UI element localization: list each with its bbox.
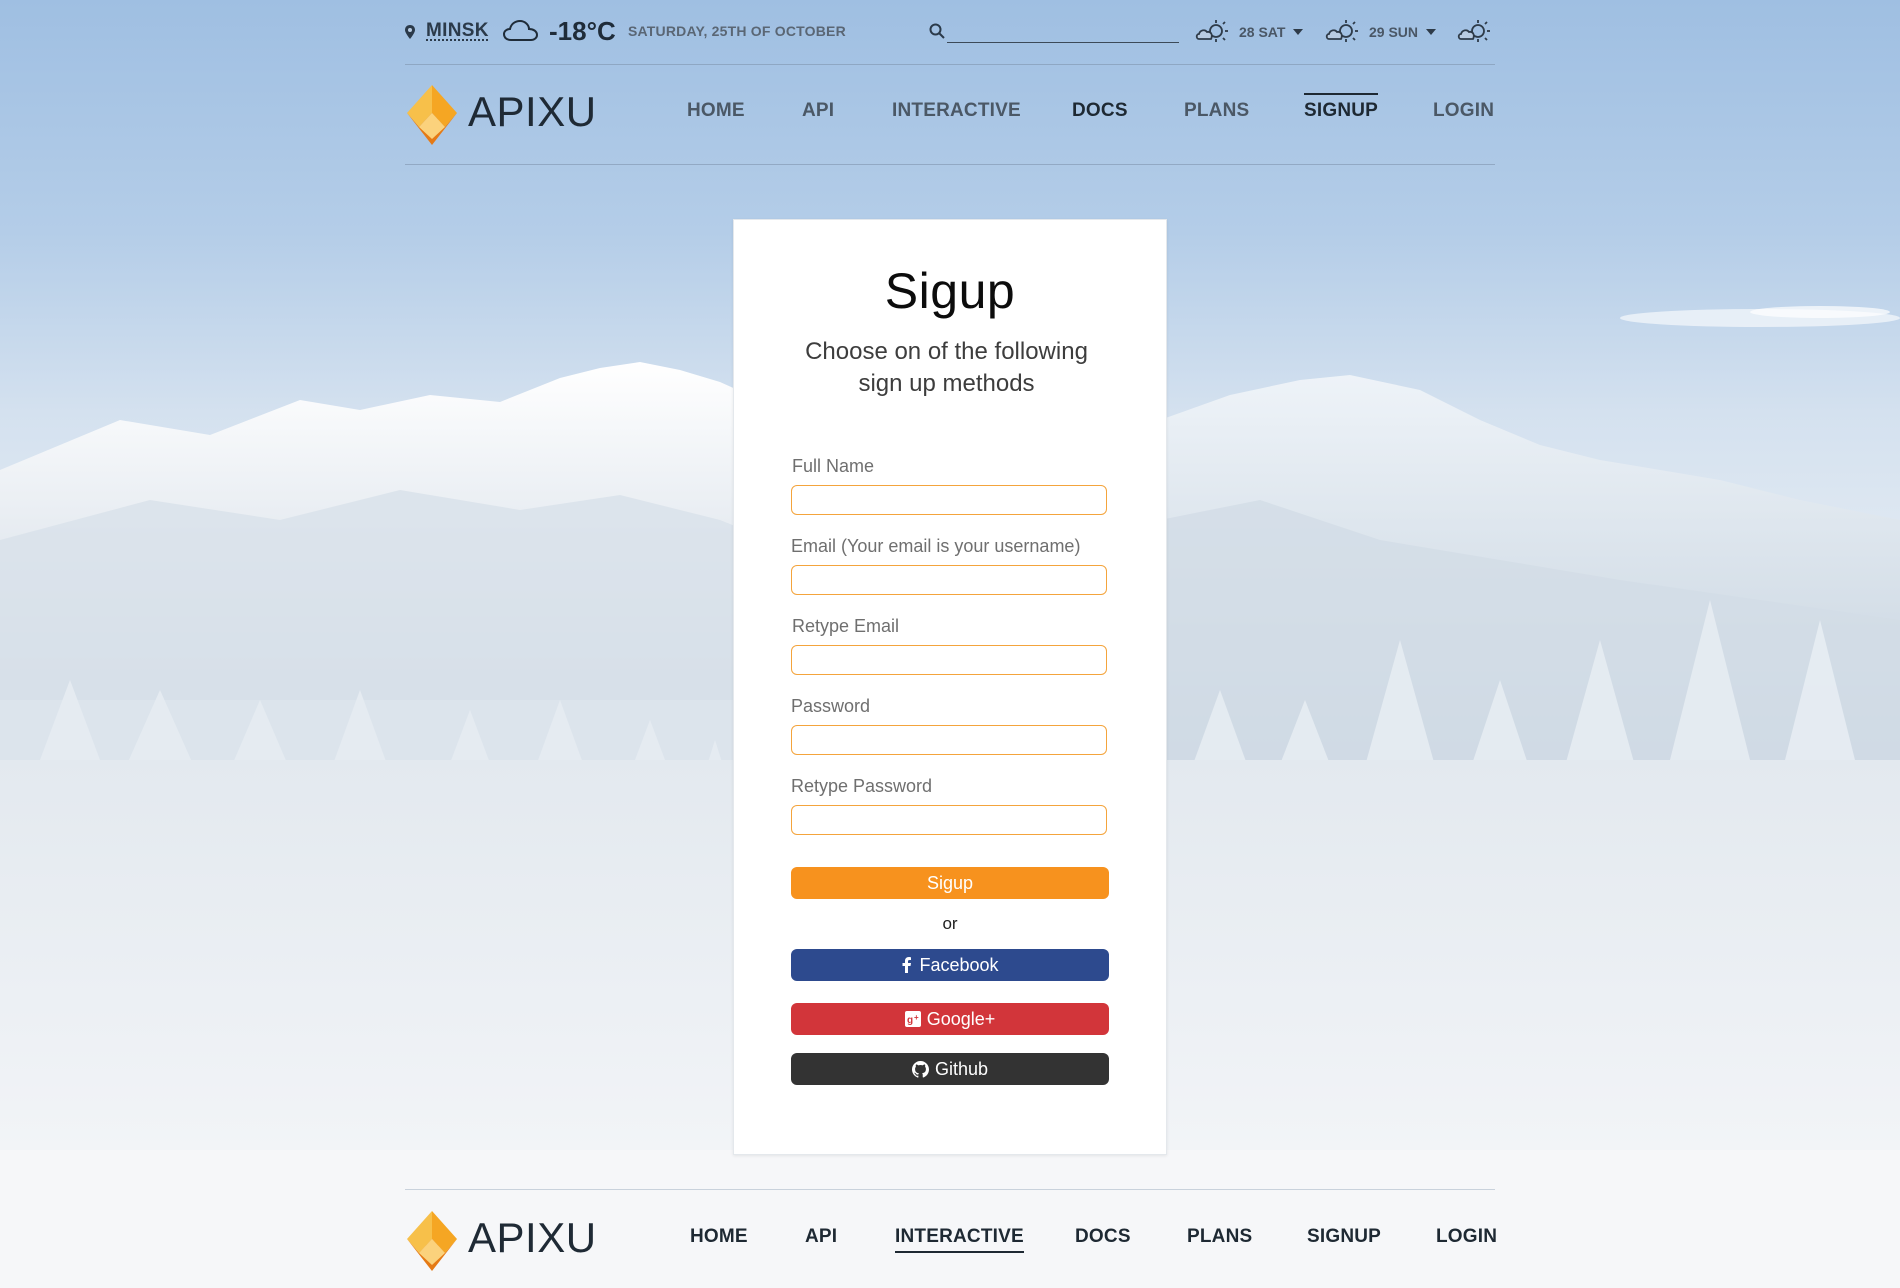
nav-plans[interactable]: PLANS [1184,100,1249,122]
apixu-logo-icon [407,85,457,145]
nav-divider [405,164,1495,165]
footer-nav: APIXU HOME API INTERACTIVE DOCS PLANS SI… [405,1204,1497,1274]
search-icon[interactable] [929,23,945,39]
nav-interactive[interactable]: INTERACTIVE [892,100,1021,122]
footer-nav-home[interactable]: HOME [690,1226,748,1248]
brand-name: APIXU [468,1214,597,1261]
retype-email-field[interactable] [791,645,1107,675]
page-title: Sigup [884,263,1016,319]
google-plus-icon: g + [904,1011,921,1027]
forecast-label: 28 SAT [1239,24,1286,40]
main-nav: APIXU HOME API INTERACTIVE DOCS PLANS SI… [405,78,1495,148]
nav-api[interactable]: API [802,100,834,122]
current-date: SATURDAY, 25TH OF OCTOBER [628,23,846,39]
brand-name: APIXU [468,88,597,135]
signup-button[interactable]: Sigup [791,867,1109,899]
city-selector[interactable]: MINSK [426,20,489,42]
password-label: Password [791,696,871,716]
partly-sunny-icon [1325,20,1358,42]
partly-sunny-icon [1195,20,1228,42]
subtitle-line-1: Choose on of the following [805,338,1088,365]
nav-login[interactable]: LOGIN [1433,100,1494,122]
github-label: Github [934,1058,989,1079]
footer-nav-docs[interactable]: DOCS [1075,1226,1131,1248]
partly-sunny-icon [1457,20,1490,42]
cloud-icon [503,19,539,41]
footer-nav-plans[interactable]: PLANS [1187,1226,1252,1248]
full-name-label: Full Name [792,456,875,476]
svg-text:+: + [914,1013,919,1022]
chevron-down-icon [1293,29,1304,35]
signup-button-label: Sigup [926,872,974,893]
chevron-down-icon [1426,29,1437,35]
footer-nav-login[interactable]: LOGIN [1436,1226,1497,1248]
password-field[interactable] [791,725,1107,755]
subtitle-line-2: sign up methods [858,370,1035,397]
full-name-field[interactable] [791,485,1107,515]
facebook-icon [901,957,913,973]
weather-bar: MINSK -18°C SATURDAY, 25TH OF OCTOBER 28… [405,14,1495,50]
page-subtitle: Choose on of the following sign up metho… [774,336,1119,400]
brand-logo[interactable]: APIXU [405,78,605,148]
github-icon [911,1060,929,1078]
svg-text:g: g [907,1015,913,1026]
forecast-sun[interactable]: 29 SUN [1325,18,1437,46]
location-pin-icon [405,25,415,39]
facebook-label: Facebook [919,954,999,975]
nav-signup[interactable]: SIGNUP [1304,93,1379,122]
google-plus-label: Google+ [926,1008,996,1029]
forecast-next[interactable] [1457,18,1491,46]
footer-nav-api[interactable]: API [805,1226,837,1248]
signup-card: Sigup Choose on of the following sign up… [733,219,1167,1155]
nav-docs[interactable]: DOCS [1072,100,1128,122]
search-input[interactable] [947,18,1179,43]
retype-password-label: Retype Password [791,776,933,796]
nav-home[interactable]: HOME [687,100,745,122]
facebook-signup-button[interactable]: Facebook [791,949,1109,981]
footer-nav-interactive[interactable]: INTERACTIVE [895,1226,1024,1253]
current-temperature: -18°C [549,16,616,46]
or-separator: or [942,914,958,933]
footer-divider [405,1189,1495,1190]
github-signup-button[interactable]: Github [791,1053,1109,1085]
forecast-sat[interactable]: 28 SAT [1195,18,1304,46]
email-field[interactable] [791,565,1107,595]
retype-password-field[interactable] [791,805,1107,835]
header-divider [405,64,1495,65]
apixu-logo-icon [407,1211,457,1271]
forecast-label: 29 SUN [1369,24,1419,40]
retype-email-label: Retype Email [792,616,900,636]
footer-brand-logo[interactable]: APIXU [405,1204,605,1274]
google-signup-button[interactable]: g + Google+ [791,1003,1109,1035]
footer-nav-signup[interactable]: SIGNUP [1307,1226,1381,1248]
email-label: Email (Your email is your username) [791,536,1081,556]
